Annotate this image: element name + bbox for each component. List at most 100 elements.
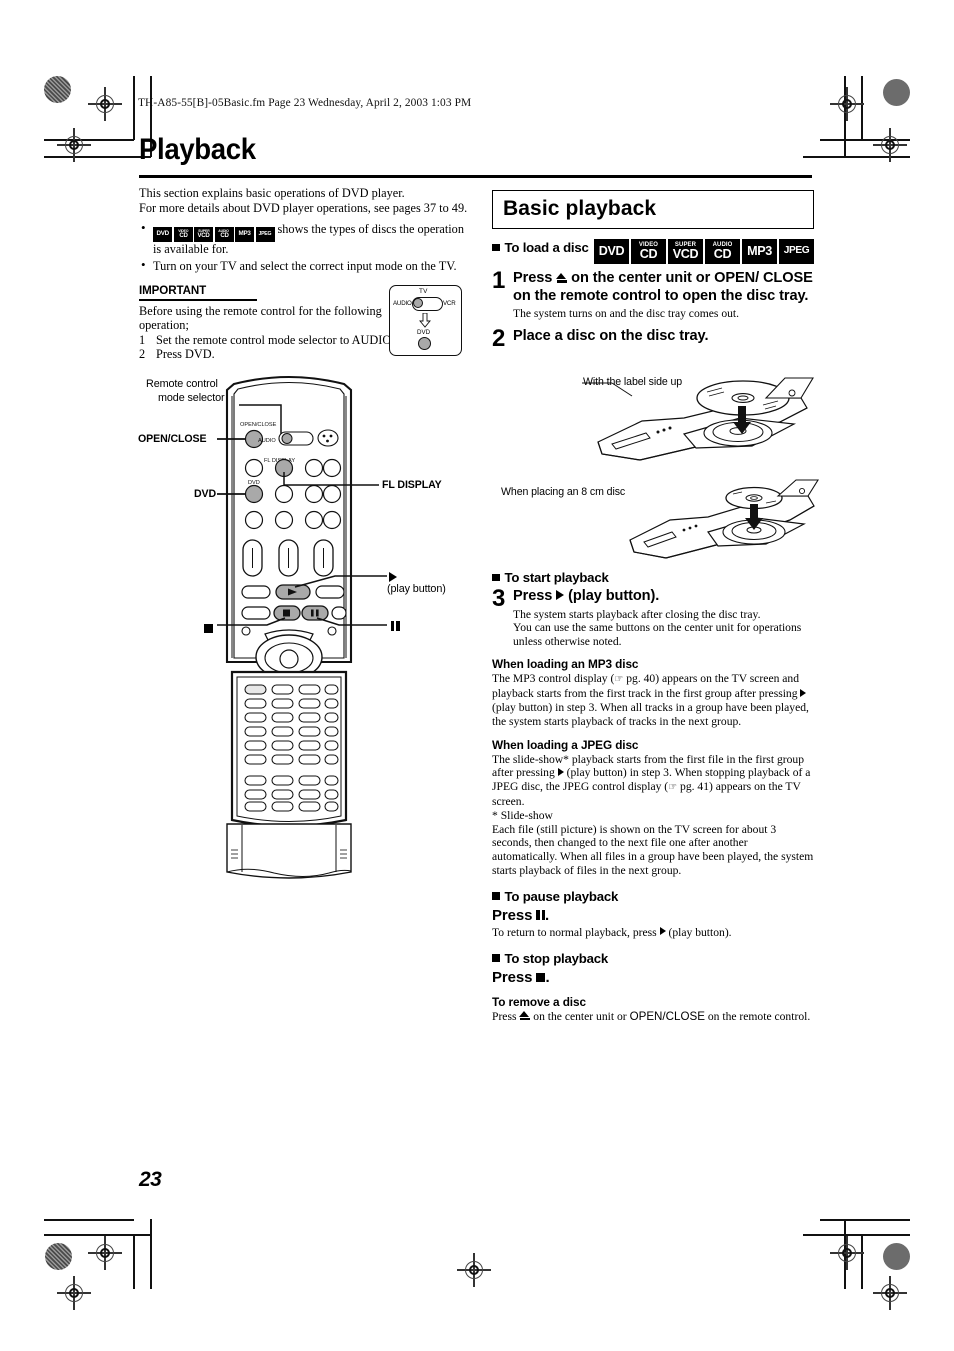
callout-play-button-note: (play button) (387, 583, 446, 595)
inline-disc-badges: DVD VIDEOCD SUPERVCD AUDIOCD MP3 JPEG (153, 227, 275, 243)
mode-label-tv: TV (419, 288, 428, 295)
badge-text: VCD (672, 247, 699, 262)
bullet-tv-input-text: Turn on your TV and select the correct i… (153, 258, 457, 273)
stop-icon (536, 972, 546, 982)
subhead-to-stop-playback: To stop playback (492, 951, 814, 966)
step-3-heading-a: Press (513, 588, 557, 604)
step-2: 2 Place a disc on the disc tray. (492, 324, 814, 352)
crop-line (150, 1219, 152, 1289)
heading-mp3-disc: When loading an MP3 disc (492, 657, 639, 672)
registration-mark (57, 1276, 91, 1310)
mode-label-vcr: VCR (443, 300, 456, 307)
important-body: Before using the remote control for the … (139, 303, 382, 333)
registration-mark (57, 128, 91, 162)
step-1-heading: Press on the center unit or OPEN/ CLOSE … (513, 270, 814, 305)
pause-icon (536, 909, 546, 920)
disc-badge-dvd: DVD (594, 239, 629, 264)
file-imprint-header: TH-A85-55[B]-05Basic.fm Page 23 Wednesda… (138, 97, 472, 109)
registration-mark (830, 1236, 864, 1270)
registration-mark (88, 87, 122, 121)
crop-line (133, 1234, 135, 1289)
badge-text: MP3 (747, 244, 772, 259)
right-column: Basic playback To load a disc DVD VIDEO … (492, 190, 814, 352)
bullet-square-icon (492, 892, 500, 900)
subhead-to-load-a-disc: To load a disc (492, 240, 589, 255)
halftone-dot (45, 1243, 72, 1270)
bullet-square-icon (492, 243, 500, 252)
document-page: TH-A85-55[B]-05Basic.fm Page 23 Wednesda… (0, 0, 954, 1351)
subhead-label: To load a disc (504, 240, 589, 255)
disc-badge-jpeg-mini: JPEG (255, 227, 275, 243)
step-3-heading-b: (play button). (564, 588, 660, 604)
step-3-number: 3 (492, 585, 506, 612)
badge-text: DVD (598, 244, 625, 259)
heading-remove-a-disc: To remove a disc (492, 994, 586, 1009)
step-text: Set the remote control mode selector to … (156, 332, 395, 347)
pointing-hand-icon: ☞ (614, 674, 624, 686)
disc-badge-video-cd: VIDEO CD (631, 239, 666, 264)
halftone-dot (883, 1243, 910, 1270)
to-load-a-disc-row: To load a disc DVD VIDEO CD SUPER VCD AU… (492, 238, 814, 264)
registration-mark (830, 87, 864, 121)
remove-b: on the center unit or (530, 1009, 630, 1023)
play-icon (800, 688, 807, 697)
disc-badge-dvd-mini: DVD (153, 227, 172, 243)
press-label: Press (492, 968, 533, 986)
body-jpeg: The slide-show* playback starts from the… (492, 753, 814, 809)
label-with-label-side-up: With the label side up (583, 376, 683, 388)
callout-stop-icon (204, 620, 213, 638)
disc-badge-mp3-mini: MP3 (235, 227, 254, 243)
disc-badge-super-vcd: SUPER VCD (668, 239, 703, 264)
intro-line-2: For more details about DVD player operat… (139, 200, 468, 215)
pointing-hand-icon: ☞ (668, 782, 678, 794)
step-1-number: 1 (492, 267, 506, 294)
disc-badge-audio-cd: AUDIO CD (705, 239, 740, 264)
halftone-dot (883, 79, 910, 106)
registration-mark-bottom-center (457, 1253, 491, 1287)
crop-line (44, 1219, 134, 1221)
subhead-label: To start playback (504, 570, 609, 585)
important-rule (139, 299, 257, 301)
slideshow-note-head: * Slide-show (492, 808, 553, 822)
remove-open-close: OPEN/CLOSE (629, 1009, 705, 1023)
eject-icon (556, 272, 567, 283)
subhead-label: To stop playback (504, 950, 609, 966)
mode-dvd-button (418, 337, 431, 350)
pause-note-a: To return to normal playback, press (492, 925, 660, 939)
step-2-number: 2 (492, 324, 506, 352)
disc-tray-illustration-8cm (620, 478, 820, 579)
eject-icon (519, 1010, 530, 1021)
halftone-dot (44, 76, 71, 103)
crop-line (133, 76, 135, 140)
badge-text: JPEG (783, 245, 810, 257)
press-label: Press (492, 906, 533, 924)
subhead-to-pause-playback: To pause playback (492, 889, 814, 904)
step-2-heading: Place a disc on the disc tray. (513, 327, 709, 344)
mode-selector-callout-box: TV AUDIO VCR DVD (389, 285, 462, 356)
label-8cm-disc: When placing an 8 cm disc (501, 486, 626, 498)
registration-mark (873, 128, 907, 162)
heading-jpeg-disc: When loading a JPEG disc (492, 737, 639, 752)
remote-control-illustration: OPEN/CLOSE AUDIO FL DISPLAY DVD (217, 376, 387, 879)
subhead-to-start-playback: To start playback (492, 570, 814, 585)
disc-badge-mp3: MP3 (742, 239, 777, 264)
disc-tray-illustration-label-up (580, 376, 815, 486)
disc-type-badges: DVD VIDEO CD SUPER VCD AUDIO CD MP3 JPEG (594, 239, 814, 264)
subhead-label: To pause playback (504, 888, 619, 904)
step-1-note: The system turns on and the disc tray co… (513, 307, 740, 321)
section-title: Basic playback (503, 197, 657, 220)
callout-mode-selector-line2: mode selector (158, 392, 225, 404)
callout-mode-selector-line1: Remote control (146, 378, 218, 390)
disc-tray-illustration-1 (582, 377, 814, 461)
intro-line-1: This section explains basic operations o… (139, 186, 405, 200)
disc-tray-illustration-2 (629, 479, 819, 559)
step-3-note-1: The system starts playback after closing… (513, 607, 761, 621)
step-text: Press DVD. (156, 347, 215, 362)
bullet-square-icon (492, 573, 500, 582)
callout-open-close: OPEN/CLOSE (138, 433, 207, 445)
disc-badge-audiocd-mini: AUDIO CD (214, 227, 234, 243)
body-mp3-b: (play button) in step 3. When all tracks… (492, 700, 809, 728)
callout-pause-icon (391, 618, 400, 636)
step-3: 3 Press (play button). The system starts… (492, 585, 814, 648)
slideshow-note-body: Each file (still picture) is shown on th… (492, 822, 814, 877)
